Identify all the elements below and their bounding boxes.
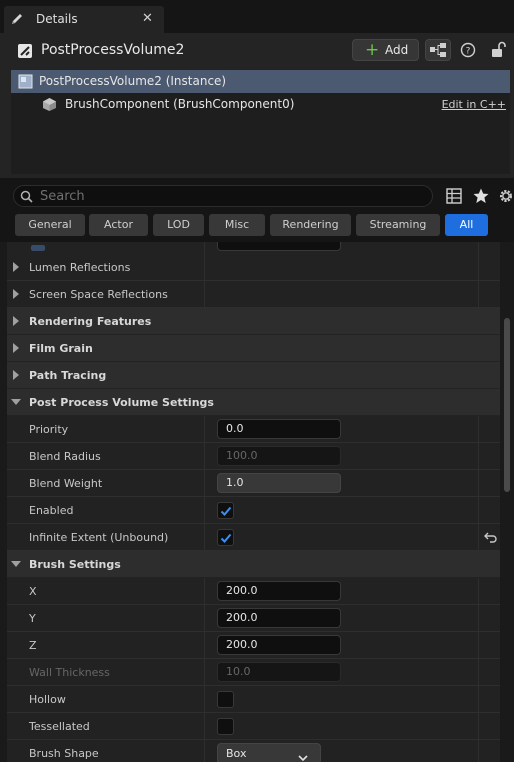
filter-all[interactable]: All <box>445 214 488 236</box>
collapse-arrow-icon[interactable] <box>11 561 21 567</box>
filter-streaming[interactable]: Streaming <box>356 214 440 236</box>
category-brush-settings[interactable]: Brush Settings <box>7 551 500 578</box>
property-blend-weight: Blend Weight 1.0 <box>7 470 500 497</box>
x-input[interactable]: 200.0 <box>217 581 341 601</box>
details-tab[interactable]: Details ✕ <box>4 6 164 33</box>
close-icon[interactable]: ✕ <box>142 11 153 26</box>
filter-general[interactable]: General <box>15 214 85 236</box>
search-input[interactable] <box>40 187 420 205</box>
category-post-process-volume-settings[interactable]: Post Process Volume Settings <box>7 389 500 416</box>
category-rendering-features[interactable]: Rendering Features <box>7 308 500 335</box>
actor-instance-icon <box>18 74 33 89</box>
star-icon[interactable] <box>472 187 490 205</box>
cube-icon <box>42 97 57 112</box>
brush-shape-value: Box <box>226 747 247 760</box>
category-screen-space-reflections[interactable]: Screen Space Reflections <box>7 281 500 308</box>
property-brush-shape: Brush Shape Box <box>7 740 500 762</box>
tab-strip: Details ✕ <box>0 0 514 36</box>
checkmark-icon <box>220 533 232 543</box>
add-button-label: Add <box>385 43 409 57</box>
property-priority: Priority 0.0 <box>7 416 500 443</box>
brush-component-row[interactable]: BrushComponent (BrushComponent0) Edit in… <box>11 93 510 116</box>
property-blend-radius: Blend Radius 100.0 <box>7 443 500 470</box>
object-title: PostProcessVolume2 <box>41 42 185 58</box>
property-enabled: Enabled <box>7 497 500 524</box>
search-box[interactable] <box>13 185 433 207</box>
checkmark-icon <box>220 506 232 516</box>
brush-component-label: BrushComponent (BrushComponent0) <box>65 97 295 111</box>
edit-in-cpp-link[interactable]: Edit in C++ <box>442 98 506 111</box>
category-film-grain[interactable]: Film Grain <box>7 335 500 362</box>
infinite-extent-checkbox[interactable] <box>217 529 234 546</box>
y-input[interactable]: 200.0 <box>217 608 341 628</box>
blend-weight-slider[interactable]: 1.0 <box>217 473 341 493</box>
hollow-checkbox[interactable] <box>217 691 234 708</box>
property-tessellated: Tessellated <box>7 713 500 740</box>
priority-input[interactable]: 0.0 <box>217 419 341 439</box>
property-list: Lumen Reflections Screen Space Reflectio… <box>0 242 514 762</box>
filter-lod[interactable]: LOD <box>153 214 204 236</box>
expand-arrow-icon[interactable] <box>13 343 19 353</box>
property-z: Z 200.0 <box>7 632 500 659</box>
clipped-color-chip <box>31 245 45 251</box>
help-icon[interactable]: ? <box>459 39 477 61</box>
category-lumen-reflections[interactable]: Lumen Reflections <box>7 254 500 281</box>
brush-shape-dropdown[interactable]: Box <box>217 743 321 762</box>
chevron-down-icon <box>298 749 308 762</box>
instance-row[interactable]: PostProcessVolume2 (Instance) <box>11 70 510 93</box>
expand-arrow-icon[interactable] <box>13 370 19 380</box>
reset-to-default-icon[interactable] <box>484 531 498 546</box>
tab-title: Details <box>36 12 78 26</box>
category-path-tracing[interactable]: Path Tracing <box>7 362 500 389</box>
settings-gear-icon[interactable] <box>497 187 514 205</box>
details-header: PostProcessVolume2 + Add ? PostProcessVo… <box>0 33 514 178</box>
scrollbar-thumb[interactable] <box>504 318 510 492</box>
property-y: Y 200.0 <box>7 605 500 632</box>
table-view-icon[interactable] <box>445 187 463 205</box>
search-icon <box>20 190 33 203</box>
filter-misc[interactable]: Misc <box>209 214 265 236</box>
add-component-button[interactable]: + Add <box>352 39 419 61</box>
component-tree-area <box>11 116 510 174</box>
blend-radius-input[interactable]: 100.0 <box>217 446 341 466</box>
plus-icon: + <box>365 40 380 60</box>
enabled-checkbox[interactable] <box>217 502 234 519</box>
collapse-arrow-icon[interactable] <box>11 399 21 405</box>
property-wall-thickness: Wall Thickness 10.0 <box>7 659 500 686</box>
expand-arrow-icon[interactable] <box>13 316 19 326</box>
property-infinite-extent: Infinite Extent (Unbound) <box>7 524 500 551</box>
hierarchy-icon <box>430 43 446 57</box>
expand-arrow-icon[interactable] <box>13 262 19 272</box>
wall-thickness-input[interactable]: 10.0 <box>217 662 341 682</box>
filter-rendering[interactable]: Rendering <box>270 214 351 236</box>
property-hollow: Hollow <box>7 686 500 713</box>
svg-text:?: ? <box>466 47 471 57</box>
instance-label: PostProcessVolume2 (Instance) <box>39 74 227 88</box>
expand-arrow-icon[interactable] <box>13 289 19 299</box>
clipped-field <box>217 242 341 251</box>
lock-icon[interactable] <box>489 39 507 61</box>
filter-actor[interactable]: Actor <box>89 214 148 236</box>
post-process-volume-icon <box>17 43 33 59</box>
pencil-icon <box>10 12 24 26</box>
tessellated-checkbox[interactable] <box>217 718 234 735</box>
z-input[interactable]: 200.0 <box>217 635 341 655</box>
property-x: X 200.0 <box>7 578 500 605</box>
blueprint-button[interactable] <box>425 39 451 61</box>
